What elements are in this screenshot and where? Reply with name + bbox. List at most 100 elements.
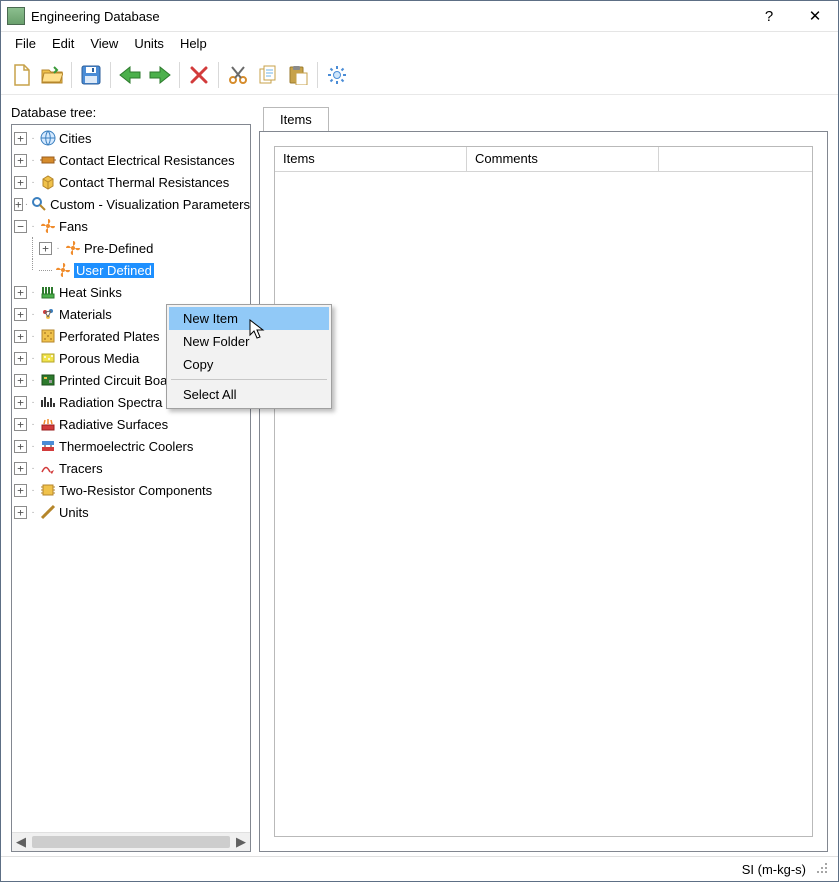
toolbar-back-button[interactable]	[115, 60, 145, 90]
pcb-icon	[40, 372, 56, 388]
close-button[interactable]: ✕	[792, 1, 838, 31]
tree-item-contact-thermal[interactable]: +· Contact Thermal Resistances	[14, 171, 250, 193]
items-grid[interactable]: Items Comments	[274, 146, 813, 837]
ctx-new-item[interactable]: New Item	[169, 307, 329, 330]
grid-header: Items Comments	[275, 147, 812, 172]
tree-item-units[interactable]: +· Units	[14, 501, 250, 523]
col-comments[interactable]: Comments	[467, 147, 659, 171]
tree-item-heatsinks[interactable]: +· Heat Sinks	[14, 281, 250, 303]
expand-toggle[interactable]: +	[14, 440, 27, 453]
toolbar-forward-button[interactable]	[145, 60, 175, 90]
ctx-select-all[interactable]: Select All	[169, 383, 329, 406]
menu-edit[interactable]: Edit	[44, 34, 82, 53]
tree-item-label: Porous Media	[59, 351, 139, 366]
expand-toggle[interactable]: +	[14, 418, 27, 431]
toolbar-settings-button[interactable]	[322, 60, 352, 90]
tree-item-label: Units	[59, 505, 89, 520]
tree-item-tworesistor[interactable]: +· Two-Resistor Components	[14, 479, 250, 501]
toolbar-delete-button[interactable]	[184, 60, 214, 90]
tree-item-predefined[interactable]: +· Pre-Defined	[14, 237, 250, 259]
menu-help[interactable]: Help	[172, 34, 215, 53]
col-items[interactable]: Items	[275, 147, 467, 171]
expand-toggle[interactable]: +	[14, 462, 27, 475]
copy-icon	[258, 65, 278, 85]
ctx-new-folder[interactable]: New Folder	[169, 330, 329, 353]
arrow-right-icon	[149, 66, 171, 84]
expand-toggle[interactable]: +	[14, 396, 27, 409]
paste-icon	[288, 65, 308, 85]
expand-toggle[interactable]: +	[39, 242, 52, 255]
tree-item-label: Fans	[59, 219, 88, 234]
heatsink-icon	[40, 284, 56, 300]
tree-item-contact-electrical[interactable]: +· Contact Electrical Resistances	[14, 149, 250, 171]
toolbar-save-button[interactable]	[76, 60, 106, 90]
toolbar-cut-button[interactable]	[223, 60, 253, 90]
tracer-icon	[40, 460, 56, 476]
expand-toggle[interactable]: +	[14, 330, 27, 343]
tabstrip: Items	[259, 105, 828, 131]
tree-item-label: Radiative Surfaces	[59, 417, 168, 432]
tree-item-label: User Defined	[74, 263, 154, 278]
toolbar-new-button[interactable]	[7, 60, 37, 90]
tree-item-label: Heat Sinks	[59, 285, 122, 300]
resize-grip-icon[interactable]	[816, 862, 830, 876]
toolbar-copy-button[interactable]	[253, 60, 283, 90]
tree-item-label: Custom - Visualization Parameters	[50, 197, 250, 212]
spectrum-icon	[40, 394, 56, 410]
tree-item-label: Radiation Spectra	[59, 395, 162, 410]
expand-toggle[interactable]: +	[14, 286, 27, 299]
tree-item-radiative-surfaces[interactable]: +· Radiative Surfaces	[14, 413, 250, 435]
tree-label: Database tree:	[11, 105, 251, 120]
tree-item-cities[interactable]: +· Cities	[14, 127, 250, 149]
tree-item-userdefined[interactable]: User Defined	[14, 259, 250, 281]
body: Database tree: +· Cities +· Contact Elec…	[1, 95, 838, 856]
new-file-icon	[12, 64, 32, 86]
tree-item-tec[interactable]: +· Thermoelectric Coolers	[14, 435, 250, 457]
tree-item-tracers[interactable]: +· Tracers	[14, 457, 250, 479]
left-pane: Database tree: +· Cities +· Contact Elec…	[11, 105, 251, 852]
menu-view[interactable]: View	[82, 34, 126, 53]
expand-toggle[interactable]: +	[14, 374, 27, 387]
statusbar: SI (m-kg-s)	[1, 856, 838, 881]
scroll-right-icon[interactable]: ▶	[232, 833, 250, 851]
scroll-thumb[interactable]	[32, 836, 230, 848]
tree-hscrollbar[interactable]: ◀ ▶	[12, 832, 250, 851]
tree-item-label: Tracers	[59, 461, 103, 476]
expand-toggle[interactable]: +	[14, 198, 23, 211]
toolbar	[1, 56, 838, 95]
expand-toggle[interactable]: +	[14, 484, 27, 497]
context-menu: New Item New Folder Copy Select All	[166, 304, 332, 409]
scroll-left-icon[interactable]: ◀	[12, 833, 30, 851]
menu-file[interactable]: File	[7, 34, 44, 53]
status-units: SI (m-kg-s)	[742, 862, 806, 877]
magnify-icon	[31, 196, 47, 212]
expand-toggle[interactable]: +	[14, 352, 27, 365]
tree-item-label: Pre-Defined	[84, 241, 153, 256]
collapse-toggle[interactable]: −	[14, 220, 27, 233]
tree-item-fans[interactable]: −· Fans	[14, 215, 250, 237]
material-icon	[40, 306, 56, 322]
tree-item-label: Perforated Plates	[59, 329, 159, 344]
expand-toggle[interactable]: +	[14, 176, 27, 189]
resistor-icon	[40, 152, 56, 168]
ctx-copy[interactable]: Copy	[169, 353, 329, 376]
units-icon	[40, 504, 56, 520]
tree-item-label: Materials	[59, 307, 112, 322]
expand-toggle[interactable]: +	[14, 308, 27, 321]
tree-item-custom-viz[interactable]: +· Custom - Visualization Parameters	[14, 193, 250, 215]
window-title: Engineering Database	[31, 9, 160, 24]
gear-icon	[327, 65, 347, 85]
toolbar-open-button[interactable]	[37, 60, 67, 90]
app-icon	[7, 7, 25, 25]
toolbar-paste-button[interactable]	[283, 60, 313, 90]
menu-units[interactable]: Units	[126, 34, 172, 53]
help-button[interactable]: ?	[746, 1, 792, 31]
tree-box: +· Cities +· Contact Electrical Resistan…	[11, 124, 251, 852]
expand-toggle[interactable]: +	[14, 154, 27, 167]
radsurf-icon	[40, 416, 56, 432]
expand-toggle[interactable]: +	[14, 132, 27, 145]
help-icon: ?	[765, 8, 773, 25]
perforated-icon	[40, 328, 56, 344]
tab-items[interactable]: Items	[263, 107, 329, 131]
expand-toggle[interactable]: +	[14, 506, 27, 519]
